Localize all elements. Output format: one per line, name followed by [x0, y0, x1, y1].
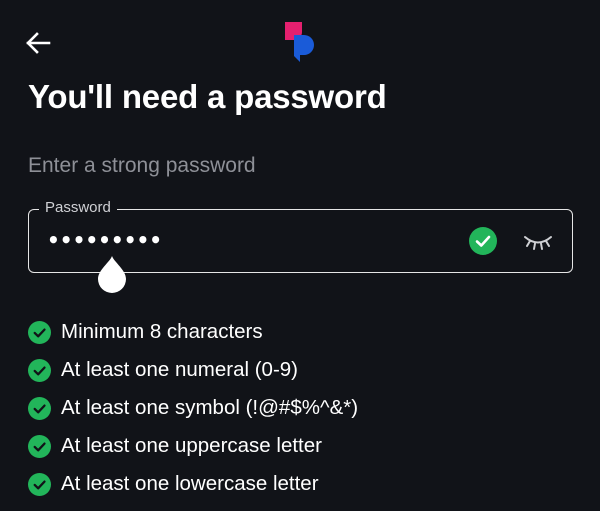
brand-logo — [280, 20, 320, 64]
requirement-item: At least one lowercase letter — [28, 465, 358, 503]
check-circle-icon — [469, 227, 497, 255]
password-input[interactable]: ••••••••• — [47, 228, 447, 252]
check-circle-icon — [28, 320, 51, 344]
check-circle-icon — [28, 472, 51, 496]
requirement-text: At least one numeral (0-9) — [61, 358, 299, 381]
arrow-left-icon — [26, 32, 51, 54]
requirement-text: At least one symbol (!@#$%^&*) — [61, 396, 359, 419]
requirement-item: At least one uppercase letter — [28, 427, 358, 465]
check-circle-icon — [28, 434, 51, 458]
requirement-text: Minimum 8 characters — [61, 320, 263, 343]
eye-closed-icon[interactable] — [523, 230, 553, 252]
page-subtitle: Enter a strong password — [28, 154, 256, 177]
check-circle-icon — [28, 358, 51, 382]
brand-logo-icon — [285, 22, 314, 62]
requirement-text: At least one lowercase letter — [61, 472, 319, 495]
back-button[interactable] — [22, 28, 54, 58]
requirement-item: At least one symbol (!@#$%^&*) — [28, 389, 358, 427]
requirement-text: At least one uppercase letter — [61, 434, 322, 457]
requirement-item: Minimum 8 characters — [28, 313, 358, 351]
password-requirements: Minimum 8 characters At least one numera… — [28, 313, 358, 503]
requirement-item: At least one numeral (0-9) — [28, 351, 358, 389]
check-circle-icon — [28, 396, 51, 420]
password-field-label: Password — [39, 199, 117, 216]
text-cursor-handle[interactable] — [97, 254, 127, 294]
page-title: You'll need a password — [28, 78, 387, 115]
